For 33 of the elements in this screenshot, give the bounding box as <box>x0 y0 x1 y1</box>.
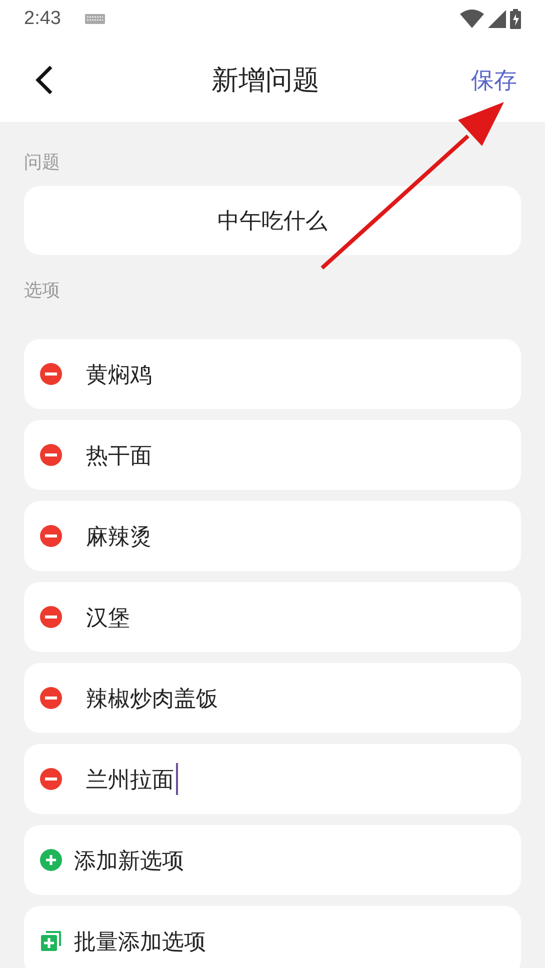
keyboard-icon <box>84 14 105 24</box>
option-text: 兰州拉面 <box>86 766 174 794</box>
status-time: 2:43 <box>24 6 61 31</box>
option-field[interactable]: 麻辣烫 <box>24 501 521 571</box>
option-field[interactable]: 黄焖鸡 <box>24 339 521 409</box>
question-field[interactable]: 中午吃什么 <box>24 186 521 255</box>
remove-icon[interactable] <box>40 363 62 385</box>
option-field[interactable]: 汉堡 <box>24 582 521 652</box>
remove-icon[interactable] <box>40 444 62 466</box>
stacked-plus-icon <box>40 930 62 952</box>
plus-circle-icon <box>40 849 62 871</box>
add-option-button[interactable]: 批量添加选项 <box>24 906 521 968</box>
page-title: 新增问题 <box>212 64 320 97</box>
option-field[interactable]: 热干面 <box>24 420 521 490</box>
options-label: 选项 <box>24 279 61 302</box>
option-field[interactable]: 兰州拉面 <box>24 744 521 814</box>
back-icon <box>35 65 53 95</box>
remove-icon[interactable] <box>40 606 62 628</box>
remove-icon[interactable] <box>40 768 62 790</box>
wifi-icon <box>460 9 484 29</box>
option-text: 汉堡 <box>86 604 130 632</box>
question-label: 问题 <box>24 151 61 174</box>
remove-icon[interactable] <box>40 687 62 709</box>
option-text: 热干面 <box>86 442 152 470</box>
option-field[interactable]: 辣椒炒肉盖饭 <box>24 663 521 733</box>
option-text: 辣椒炒肉盖饭 <box>86 684 218 712</box>
option-text: 麻辣烫 <box>86 522 152 550</box>
battery-icon <box>510 9 521 29</box>
signal-icon <box>488 10 506 28</box>
add-option-button[interactable]: 添加新选项 <box>24 825 521 895</box>
save-button[interactable]: 保存 <box>471 62 517 98</box>
option-text: 黄焖鸡 <box>86 360 152 388</box>
remove-icon[interactable] <box>40 525 62 547</box>
